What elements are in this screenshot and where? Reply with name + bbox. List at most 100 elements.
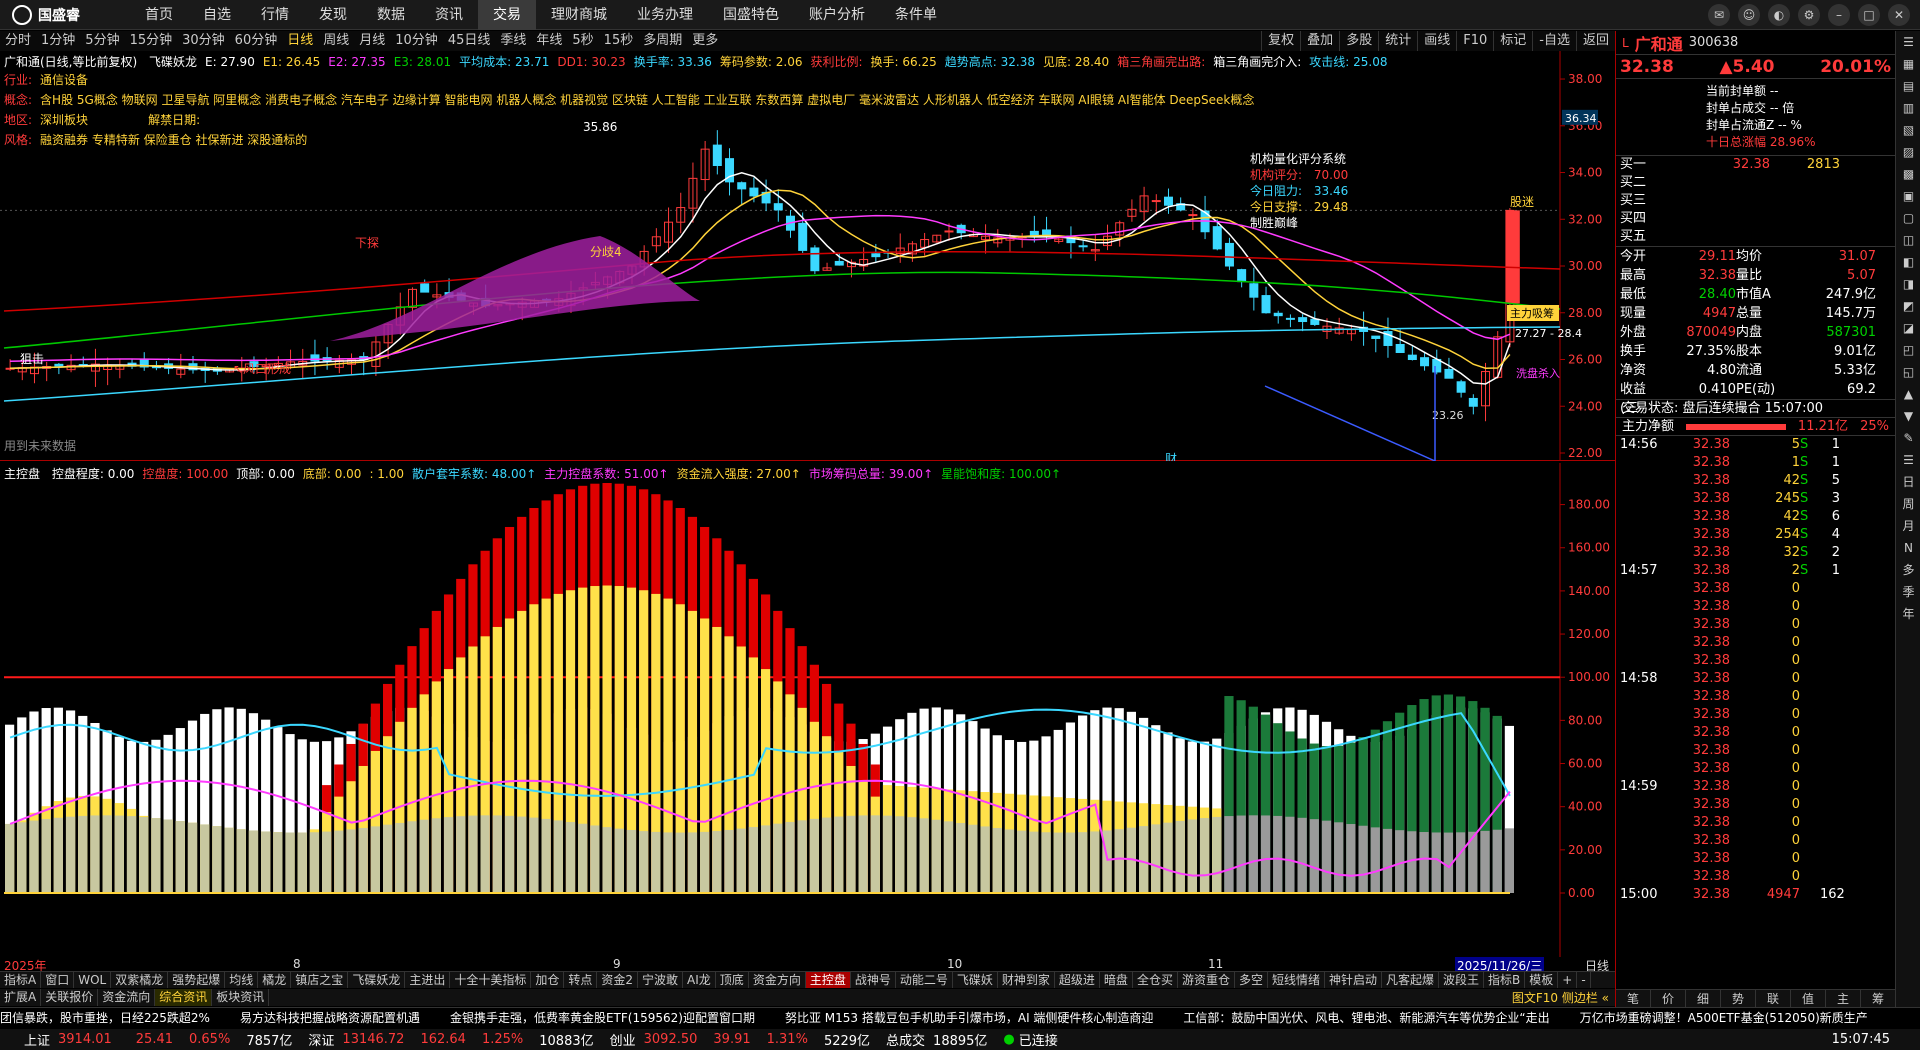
quote-tab-4[interactable]: 联 xyxy=(1756,990,1791,1007)
tool-8[interactable]: 返回 xyxy=(1575,31,1615,51)
indicator-tab-16[interactable]: 顶底 xyxy=(716,972,749,988)
side-rail-icon-19[interactable]: ☰ xyxy=(1896,449,1920,471)
indicator-tab-27[interactable]: 多空 xyxy=(1235,972,1268,988)
indicator-tab-6[interactable]: 橘龙 xyxy=(258,972,292,988)
indicator-tab-18[interactable]: 主控盘 xyxy=(805,972,851,988)
side-rail-icon-6[interactable]: ▩ xyxy=(1896,163,1920,185)
side-rail-icon-26[interactable]: 年 xyxy=(1896,603,1920,625)
side-rail-icon-7[interactable]: ▣ xyxy=(1896,185,1920,207)
side-rail-icon-21[interactable]: 周 xyxy=(1896,493,1920,515)
message-icon[interactable]: ✉ xyxy=(1708,4,1730,26)
tool-7[interactable]: -自选 xyxy=(1532,31,1576,51)
period-15[interactable]: 多周期 xyxy=(638,31,687,51)
side-rail-icon-4[interactable]: ▧ xyxy=(1896,119,1920,141)
menu-item-5[interactable]: 资讯 xyxy=(420,0,478,30)
side-rail-icon-24[interactable]: 多 xyxy=(1896,559,1920,581)
side-rail-icon-11[interactable]: ◨ xyxy=(1896,273,1920,295)
indicator-tab-31[interactable]: 波段王 xyxy=(1439,972,1485,988)
menu-item-10[interactable]: 账户分析 xyxy=(794,0,880,30)
ext-tab-1[interactable]: 关联报价 xyxy=(41,989,99,1006)
main-kline-chart[interactable]: 38.00 36.00 34.00 32.00 30.00 28.00 26.00 24.00… xyxy=(0,51,1615,466)
menu-item-1[interactable]: 自选 xyxy=(188,0,246,30)
menu-item-9[interactable]: 国盛特色 xyxy=(708,0,794,30)
ext-tab-0[interactable]: 扩展A xyxy=(0,989,42,1006)
indicator-tab-32[interactable]: 指标B xyxy=(1484,972,1526,988)
close-icon[interactable]: ✕ xyxy=(1888,4,1910,26)
menu-item-3[interactable]: 发现 xyxy=(304,0,362,30)
period-6[interactable]: 日线 xyxy=(282,31,318,51)
ticker-item-5[interactable]: 万亿市场重磅调整！A500ETF基金(512050)新质生产 xyxy=(1580,1008,1868,1028)
period-2[interactable]: 5分钟 xyxy=(80,31,124,51)
ticker-item-2[interactable]: 金银携手走强，低费率黄金股ETF(159562)迎配置窗口期 xyxy=(450,1008,755,1028)
indicator-tab-33[interactable]: 模板 xyxy=(1525,972,1559,988)
indicator-tab-23[interactable]: 超级进 xyxy=(1055,972,1100,988)
menu-item-7[interactable]: 理财商城 xyxy=(536,0,622,30)
side-rail-icon-16[interactable]: ▲ xyxy=(1896,383,1920,405)
indicator-tab-25[interactable]: 全仓买 xyxy=(1133,972,1178,988)
period-14[interactable]: 15秒 xyxy=(599,31,639,51)
period-11[interactable]: 季线 xyxy=(495,31,531,51)
side-rail-icon-1[interactable]: ▦ xyxy=(1896,53,1920,75)
ext-tab-4[interactable]: 板块资讯 xyxy=(212,989,270,1006)
period-4[interactable]: 30分钟 xyxy=(177,31,230,51)
menu-item-0[interactable]: 首页 xyxy=(130,0,188,30)
period-12[interactable]: 年线 xyxy=(531,31,567,51)
quote-tab-7[interactable]: 筹 xyxy=(1861,990,1896,1007)
ticker-item-3[interactable]: 努比亚 M153 搭载豆包手机助手引爆市场，AI 端侧硬件核心制造商迎 xyxy=(785,1008,1153,1028)
tool-0[interactable]: 复权 xyxy=(1261,31,1300,51)
indicator-tab-28[interactable]: 短线情绪 xyxy=(1268,972,1325,988)
indicator-tab-9[interactable]: 主进出 xyxy=(405,972,451,988)
indicator-tab-21[interactable]: 飞碟妖 xyxy=(953,972,998,988)
indicator-tab-35[interactable]: - xyxy=(1577,972,1591,988)
indicator-tab-5[interactable]: 均线 xyxy=(225,972,259,988)
ticker-item-1[interactable]: 易方达科技把握战略资源配置机遇 xyxy=(240,1008,420,1028)
indicator-tab-0[interactable]: 指标A xyxy=(0,972,42,988)
tool-6[interactable]: 标记 xyxy=(1493,31,1532,51)
side-rail-icon-17[interactable]: ▼ xyxy=(1896,405,1920,427)
period-5[interactable]: 60分钟 xyxy=(230,31,283,51)
tool-3[interactable]: 统计 xyxy=(1378,31,1417,51)
period-16[interactable]: 更多 xyxy=(687,31,723,51)
indicator-tab-4[interactable]: 强势起爆 xyxy=(168,972,226,988)
indicator-tab-19[interactable]: 战神号 xyxy=(851,972,896,988)
quote-tab-3[interactable]: 势 xyxy=(1721,990,1756,1007)
side-rail-icon-23[interactable]: N xyxy=(1896,537,1920,559)
tool-4[interactable]: 画线 xyxy=(1417,31,1456,51)
side-rail-icon-3[interactable]: ▥ xyxy=(1896,97,1920,119)
sidebar-toggle[interactable]: 图文F10 侧边栏 « xyxy=(1512,989,1615,1006)
sz-label[interactable]: 深证 xyxy=(308,1030,334,1049)
settings-icon[interactable]: ⚙ xyxy=(1798,4,1820,26)
period-13[interactable]: 5秒 xyxy=(567,31,598,51)
maximize-icon[interactable]: □ xyxy=(1858,4,1880,26)
cy-label[interactable]: 创业 xyxy=(610,1030,636,1049)
menu-item-4[interactable]: 数据 xyxy=(362,0,420,30)
indicator-tab-3[interactable]: 双紫橘龙 xyxy=(111,972,169,988)
indicator-tab-8[interactable]: 飞碟妖龙 xyxy=(348,972,406,988)
quote-tab-5[interactable]: 值 xyxy=(1791,990,1826,1007)
period-8[interactable]: 月线 xyxy=(354,31,390,51)
menu-item-2[interactable]: 行情 xyxy=(246,0,304,30)
period-0[interactable]: 分时 xyxy=(0,31,36,51)
menu-item-6[interactable]: 交易 xyxy=(478,0,536,30)
indicator-tab-10[interactable]: 十全十美指标 xyxy=(450,972,532,988)
indicator-tab-15[interactable]: AI龙 xyxy=(683,972,716,988)
quote-tab-6[interactable]: 主 xyxy=(1826,990,1861,1007)
ticker-item-0[interactable]: 团信暴跌，股市重挫，日经225跌超2% xyxy=(0,1008,210,1028)
indicator-tab-2[interactable]: WOL xyxy=(74,972,112,988)
menu-item-11[interactable]: 条件单 xyxy=(880,0,952,30)
period-7[interactable]: 周线 xyxy=(318,31,354,51)
user-icon[interactable]: ☺ xyxy=(1738,4,1760,26)
period-1[interactable]: 1分钟 xyxy=(36,31,80,51)
period-10[interactable]: 45日线 xyxy=(443,31,496,51)
ext-tab-2[interactable]: 资金流向 xyxy=(98,989,156,1006)
side-rail-icon-10[interactable]: ◧ xyxy=(1896,251,1920,273)
sub-indicator-chart[interactable]: 180.00 160.00 140.00 120.00 100.00 80.00 60.00… xyxy=(0,463,1615,958)
side-rail-icon-0[interactable]: ☰ xyxy=(1896,31,1920,53)
ticker-item-4[interactable]: 工信部：鼓励中国光伏、风电、锂电池、新能源汽车等优势企业“走出 xyxy=(1183,1008,1549,1028)
menu-item-8[interactable]: 业务办理 xyxy=(622,0,708,30)
minimize-icon[interactable]: – xyxy=(1828,4,1850,26)
side-rail-icon-14[interactable]: ◰ xyxy=(1896,339,1920,361)
indicator-tab-14[interactable]: 宁波敢 xyxy=(638,972,684,988)
side-rail-icon-22[interactable]: 月 xyxy=(1896,515,1920,537)
indicator-tab-13[interactable]: 资金2 xyxy=(597,972,639,988)
